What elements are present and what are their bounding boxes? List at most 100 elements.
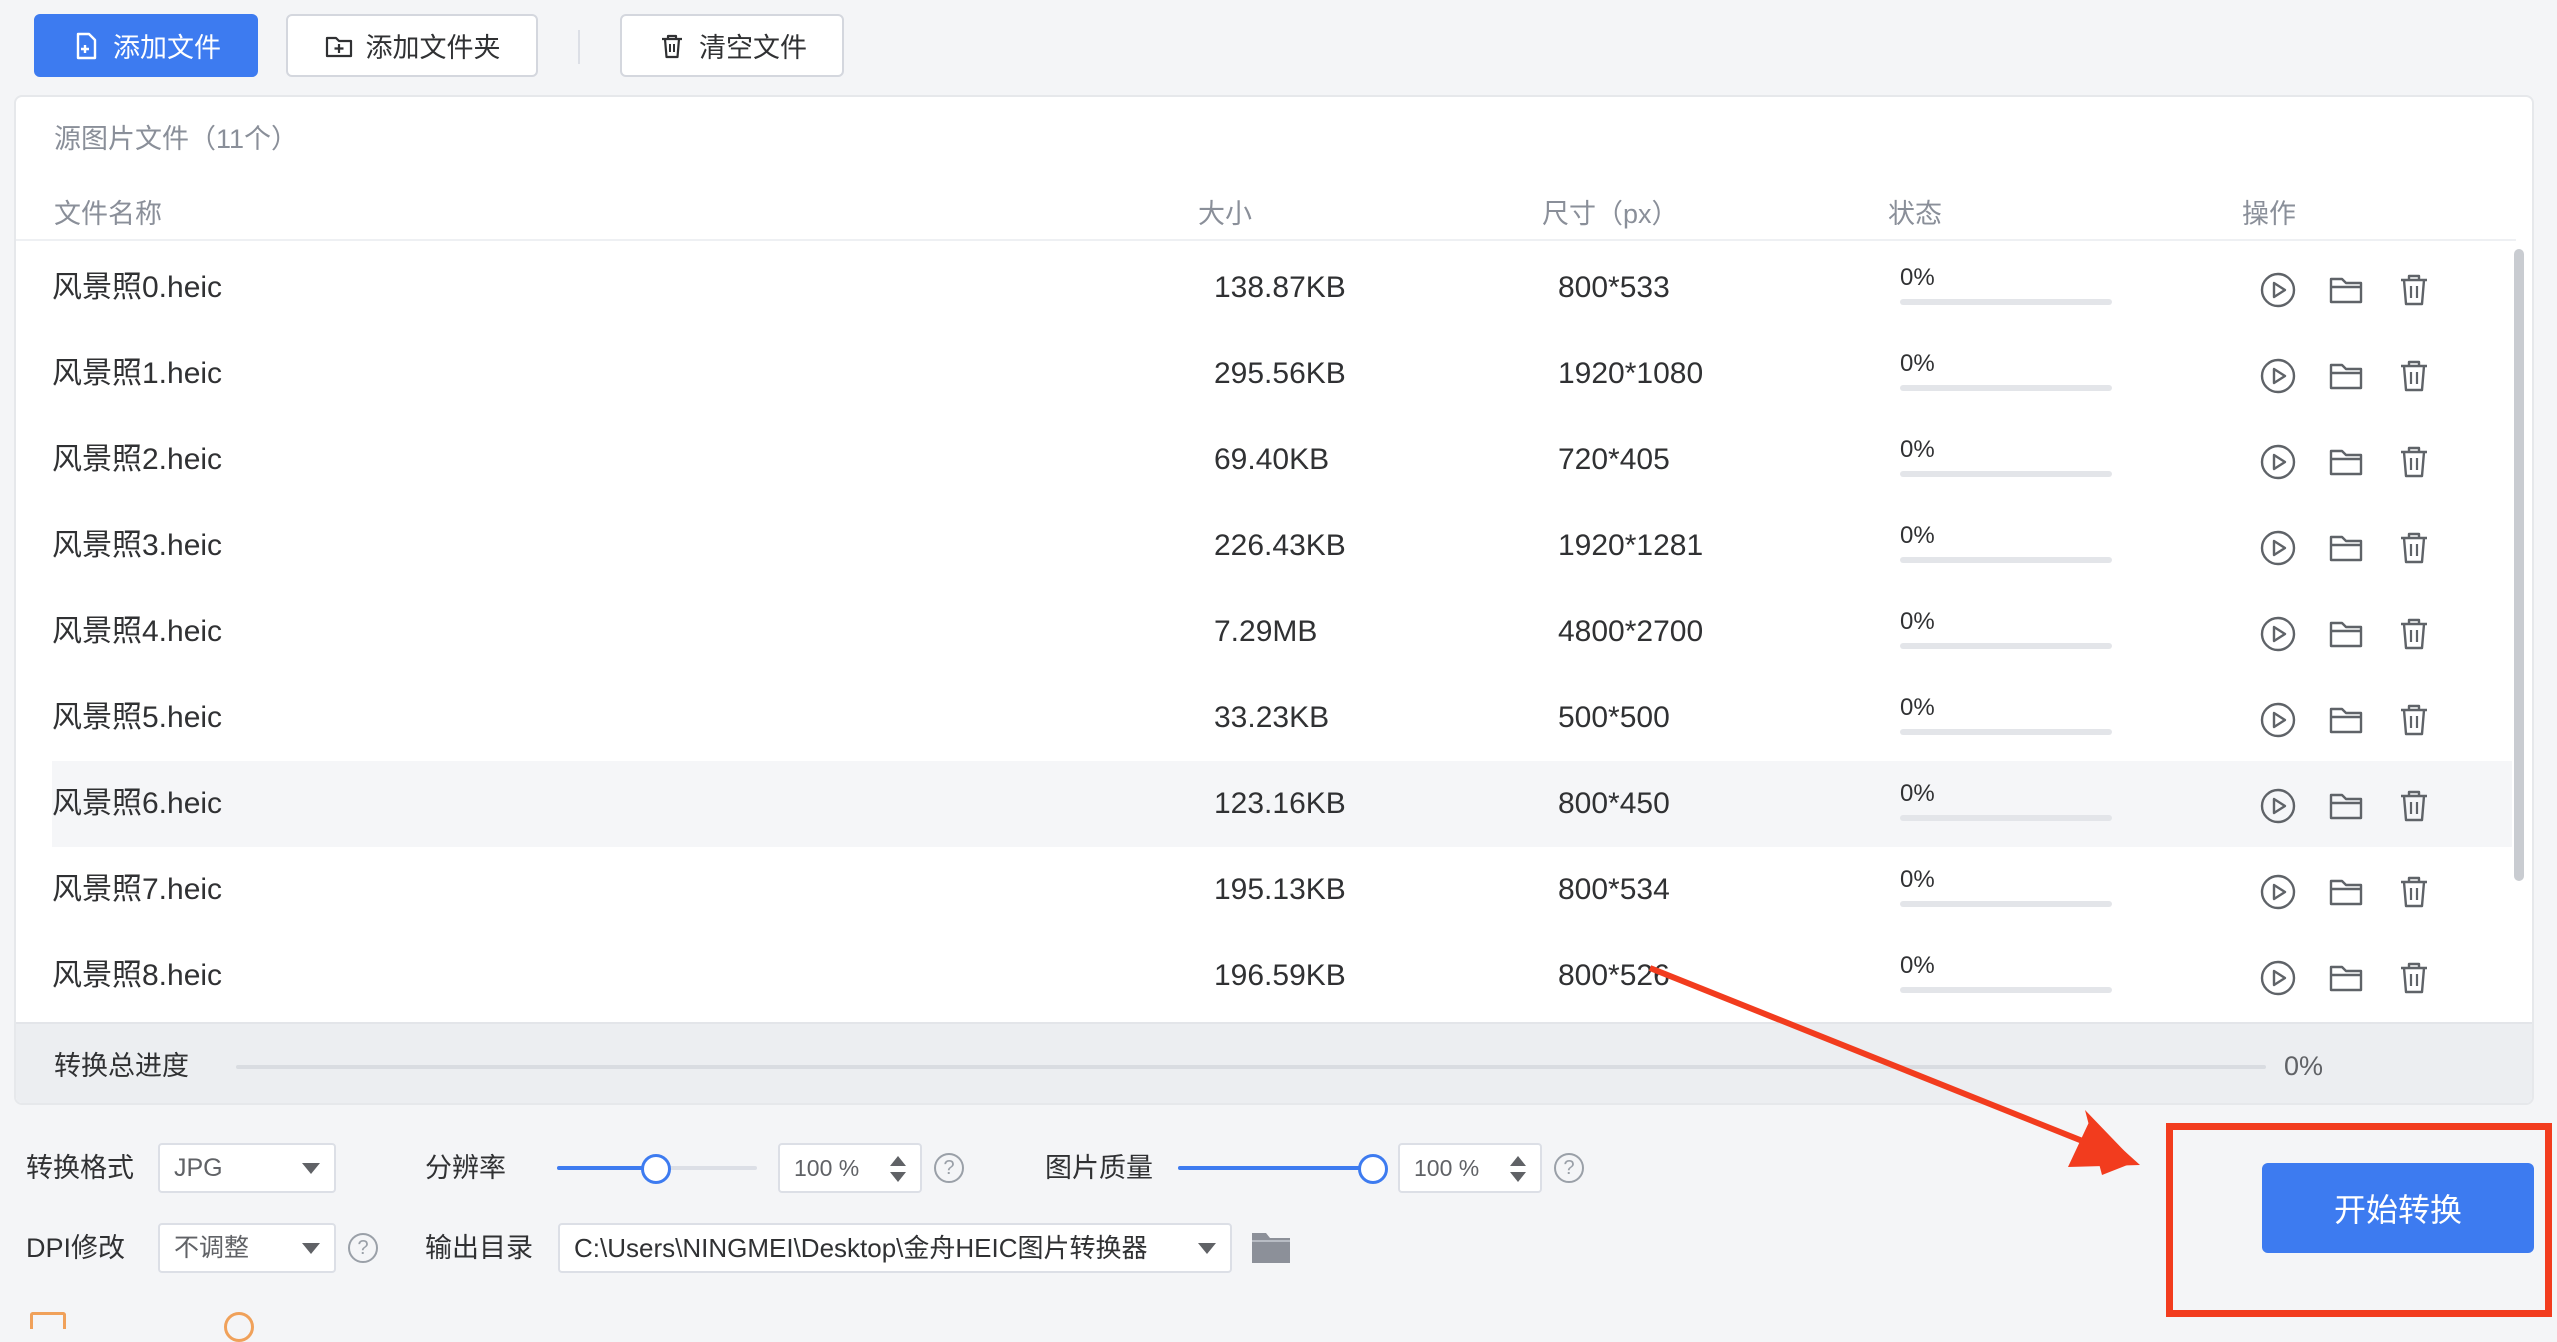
file-dimensions: 800*526 <box>1558 959 1670 992</box>
delete-icon[interactable] <box>2394 700 2434 740</box>
format-select[interactable]: JPG <box>158 1143 336 1193</box>
table-scrollbar[interactable] <box>2514 249 2524 881</box>
delete-icon[interactable] <box>2394 442 2434 482</box>
total-progress-percent: 0% <box>2284 1051 2324 1081</box>
open-folder-icon[interactable] <box>2326 786 2366 826</box>
highlight-box <box>2166 1123 2552 1317</box>
add-file-button[interactable]: 添加文件 <box>34 14 258 77</box>
play-icon[interactable] <box>2258 786 2298 826</box>
delete-icon[interactable] <box>2394 872 2434 912</box>
quality-slider[interactable] <box>1178 1153 1388 1184</box>
table-row[interactable]: 风景照7.heic 195.13KB 800*534 0% <box>52 847 2512 933</box>
format-label: 转换格式 <box>26 1153 134 1183</box>
status-progress-track <box>1900 557 2112 563</box>
open-folder-icon[interactable] <box>2326 442 2366 482</box>
file-dimensions: 1920*1080 <box>1558 357 1704 390</box>
dpi-help-icon[interactable]: ? <box>348 1233 378 1263</box>
quality-label: 图片质量 <box>1045 1153 1153 1183</box>
play-icon[interactable] <box>2258 614 2298 654</box>
format-value: JPG <box>174 1154 223 1182</box>
stepper-up-icon[interactable] <box>1510 1156 1526 1166</box>
quality-value: 100 % <box>1414 1155 1480 1181</box>
delete-icon[interactable] <box>2394 614 2434 654</box>
top-toolbar: 添加文件 添加文件夹 清空文件 <box>0 0 2557 95</box>
table-row[interactable]: 风景照3.heic 226.43KB 1920*1281 0% <box>52 503 2512 589</box>
table-row[interactable]: 风景照8.heic 196.59KB 800*526 0% <box>52 933 2512 1019</box>
play-icon[interactable] <box>2258 442 2298 482</box>
table-row[interactable]: 风景照4.heic 7.29MB 4800*2700 0% <box>52 589 2512 675</box>
resolution-slider-knob[interactable] <box>641 1154 671 1184</box>
total-progress-bar: 转换总进度 0% <box>16 1022 2532 1103</box>
file-size: 7.29MB <box>1214 615 1318 648</box>
table-header: 文件名称 大小 尺寸（px） 状态 操作 <box>16 189 2516 241</box>
radio-icon[interactable] <box>224 1312 254 1342</box>
delete-icon[interactable] <box>2394 270 2434 310</box>
total-progress-label: 转换总进度 <box>54 1051 189 1081</box>
file-name: 风景照8.heic <box>52 959 223 992</box>
delete-icon[interactable] <box>2394 958 2434 998</box>
file-size: 69.40KB <box>1214 443 1330 476</box>
folder-icon[interactable] <box>1250 1229 1292 1265</box>
file-name: 风景照0.heic <box>52 271 223 304</box>
file-size: 195.13KB <box>1214 873 1346 906</box>
table-row[interactable]: 风景照5.heic 33.23KB 500*500 0% <box>52 675 2512 761</box>
play-icon[interactable] <box>2258 356 2298 396</box>
delete-icon[interactable] <box>2394 356 2434 396</box>
resolution-slider[interactable] <box>557 1153 757 1184</box>
open-folder-icon[interactable] <box>2326 958 2366 998</box>
delete-icon[interactable] <box>2394 528 2434 568</box>
delete-icon[interactable] <box>2394 786 2434 826</box>
column-status: 状态 <box>1888 199 1942 229</box>
status-progress-track <box>1900 987 2112 993</box>
table-row[interactable]: 风景照2.heic 69.40KB 720*405 0% <box>52 417 2512 503</box>
resolution-stepper[interactable]: 100 % <box>778 1143 922 1193</box>
clear-files-button[interactable]: 清空文件 <box>620 14 844 77</box>
dpi-select[interactable]: 不调整 <box>158 1223 336 1273</box>
output-dir-select[interactable]: C:\Users\NINGMEI\Desktop\金舟HEIC图片转换器 <box>558 1223 1232 1273</box>
open-folder-icon[interactable] <box>2326 528 2366 568</box>
panel-title: 源图片文件（11个） <box>54 124 299 154</box>
chevron-down-icon <box>302 1243 320 1254</box>
status-progress-track <box>1900 299 2112 305</box>
file-name: 风景照2.heic <box>52 443 223 476</box>
table-row[interactable]: 风景照0.heic 138.87KB 800*533 0% <box>52 245 2512 331</box>
dpi-value: 不调整 <box>174 1234 250 1262</box>
stepper-up-icon[interactable] <box>890 1156 906 1166</box>
file-dimensions: 800*534 <box>1558 873 1670 906</box>
play-icon[interactable] <box>2258 958 2298 998</box>
open-folder-icon[interactable] <box>2326 270 2366 310</box>
add-folder-button[interactable]: 添加文件夹 <box>286 14 538 77</box>
file-name: 风景照3.heic <box>52 529 223 562</box>
open-folder-icon[interactable] <box>2326 700 2366 740</box>
play-icon[interactable] <box>2258 872 2298 912</box>
output-dir-label: 输出目录 <box>425 1233 533 1263</box>
open-folder-icon[interactable] <box>2326 872 2366 912</box>
table-row[interactable]: 风景照6.heic 123.16KB 800*450 0% <box>52 761 2512 847</box>
chevron-down-icon <box>1198 1243 1216 1254</box>
open-folder-icon[interactable] <box>2326 356 2366 396</box>
quality-slider-fill <box>1178 1166 1370 1170</box>
toolbar-divider <box>578 30 580 64</box>
play-icon[interactable] <box>2258 700 2298 740</box>
table-row[interactable]: 风景照1.heic 295.56KB 1920*1080 0% <box>52 331 2512 417</box>
file-name: 风景照1.heic <box>52 357 223 390</box>
quality-slider-knob[interactable] <box>1358 1154 1388 1184</box>
stepper-down-icon[interactable] <box>890 1172 906 1182</box>
file-dimensions: 1920*1281 <box>1558 529 1704 562</box>
file-size: 33.23KB <box>1214 701 1330 734</box>
trash-icon <box>662 34 682 58</box>
checkbox-icon[interactable] <box>30 1312 66 1329</box>
status-percent: 0% <box>1900 350 1935 377</box>
quality-stepper[interactable]: 100 % <box>1398 1143 1542 1193</box>
file-size: 295.56KB <box>1214 357 1346 390</box>
file-dimensions: 800*533 <box>1558 271 1670 304</box>
open-folder-icon[interactable] <box>2326 614 2366 654</box>
play-icon[interactable] <box>2258 528 2298 568</box>
stepper-down-icon[interactable] <box>1510 1172 1526 1182</box>
resolution-help-icon[interactable]: ? <box>934 1153 964 1183</box>
resolution-value: 100 % <box>794 1155 860 1181</box>
status-percent: 0% <box>1900 780 1935 807</box>
quality-help-icon[interactable]: ? <box>1554 1153 1584 1183</box>
status-percent: 0% <box>1900 694 1935 721</box>
play-icon[interactable] <box>2258 270 2298 310</box>
